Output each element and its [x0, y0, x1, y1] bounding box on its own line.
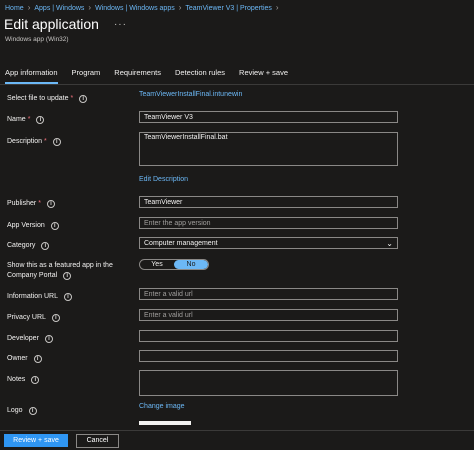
- breadcrumb-apps-windows[interactable]: Apps | Windows: [34, 5, 84, 12]
- selected-file-link[interactable]: TeamViewerInstallFinal.intunewin: [139, 91, 242, 98]
- information-url-label-text: Information URL: [7, 293, 58, 300]
- review-save-button[interactable]: Review + save: [4, 434, 68, 447]
- name-row: Name * i: [7, 114, 45, 124]
- owner-row: Owner i: [7, 353, 42, 363]
- required-marker: *: [27, 116, 31, 123]
- info-icon[interactable]: i: [52, 137, 61, 146]
- owner-input[interactable]: [139, 350, 398, 362]
- privacy-url-input[interactable]: Enter a valid url: [139, 309, 398, 321]
- name-input[interactable]: TeamViewer V3: [139, 111, 398, 123]
- file-row: Select file to update * i: [7, 93, 88, 103]
- category-label: Category i: [7, 241, 50, 250]
- category-label-text: Category: [7, 242, 36, 249]
- category-dropdown[interactable]: Computer management ⌄: [139, 237, 398, 249]
- breadcrumb-properties[interactable]: TeamViewer V3 | Properties: [185, 5, 272, 12]
- featured-row: Show this as a featured app in the Compa…: [7, 260, 113, 280]
- info-icon[interactable]: i: [63, 292, 72, 301]
- info-icon[interactable]: i: [28, 406, 37, 415]
- privacy-url-label-text: Privacy URL: [7, 314, 46, 321]
- chevron-right-icon: ›: [88, 3, 92, 12]
- info-icon[interactable]: i: [50, 221, 59, 230]
- featured-label-line1: Show this as a featured app in the: [7, 262, 113, 269]
- edit-description-link[interactable]: Edit Description: [139, 176, 188, 183]
- info-icon[interactable]: i: [79, 94, 88, 103]
- name-label: Name * i: [7, 115, 45, 124]
- developer-row: Developer i: [7, 333, 53, 343]
- developer-label-text: Developer: [7, 335, 39, 342]
- tab-requirements[interactable]: Requirements: [114, 68, 161, 84]
- breadcrumb-home[interactable]: Home: [5, 5, 24, 12]
- information-url-row: Information URL i: [7, 291, 72, 301]
- featured-label-line2: Company Portal: [7, 272, 58, 279]
- featured-toggle[interactable]: Yes No: [139, 259, 209, 270]
- info-icon[interactable]: i: [33, 354, 42, 363]
- breadcrumb-windows-apps[interactable]: Windows | Windows apps: [95, 5, 175, 12]
- description-row: Description * i: [7, 136, 61, 146]
- tab-divider: [0, 84, 474, 85]
- required-marker: *: [70, 95, 74, 102]
- notes-row: Notes i: [7, 374, 40, 384]
- info-icon[interactable]: i: [44, 334, 53, 343]
- publisher-input[interactable]: TeamViewer: [139, 196, 398, 208]
- chevron-right-icon: ›: [27, 3, 31, 12]
- description-label-text: Description: [7, 138, 43, 145]
- chevron-down-icon: ⌄: [386, 239, 393, 248]
- developer-label: Developer i: [7, 334, 53, 343]
- logo-row: Logo i: [7, 405, 37, 415]
- chevron-right-icon: ›: [178, 3, 182, 12]
- privacy-url-label: Privacy URL i: [7, 313, 60, 322]
- publisher-label-text: Publisher: [7, 200, 37, 207]
- tab-review-save[interactable]: Review + save: [239, 68, 288, 84]
- developer-input[interactable]: [139, 330, 398, 342]
- tab-app-information[interactable]: App information: [5, 68, 58, 84]
- info-icon[interactable]: i: [63, 271, 72, 280]
- footer-bar: [0, 430, 474, 450]
- tab-detection-rules[interactable]: Detection rules: [175, 68, 225, 84]
- info-icon[interactable]: i: [46, 199, 55, 208]
- privacy-url-row: Privacy URL i: [7, 312, 60, 322]
- breadcrumb: Home › Apps | Windows › Windows | Window…: [5, 4, 283, 12]
- info-icon[interactable]: i: [41, 241, 50, 250]
- app-version-label-text: App Version: [7, 222, 45, 229]
- app-version-label: App Version i: [7, 221, 59, 230]
- tab-bar: App information Program Requirements Det…: [5, 68, 302, 84]
- featured-label-line2-wrap: Company Portal i: [7, 271, 72, 280]
- name-label-text: Name: [7, 116, 26, 123]
- information-url-input[interactable]: Enter a valid url: [139, 288, 398, 300]
- required-marker: *: [44, 138, 47, 145]
- page-subtitle: Windows app (Win32): [5, 36, 69, 43]
- category-selected-value: Computer management: [144, 240, 218, 247]
- file-label: Select file to update * i: [7, 94, 88, 103]
- notes-textarea[interactable]: [139, 370, 398, 396]
- logo-preview: [139, 421, 191, 425]
- publisher-row: Publisher * i: [7, 198, 55, 208]
- logo-label-text: Logo: [7, 407, 23, 414]
- description-label: Description * i: [7, 137, 61, 146]
- toggle-no[interactable]: No: [174, 260, 208, 269]
- more-options-button[interactable]: ···: [114, 19, 127, 30]
- change-image-link[interactable]: Change image: [139, 403, 185, 410]
- logo-label: Logo i: [7, 406, 37, 415]
- info-icon[interactable]: i: [51, 313, 60, 322]
- info-icon[interactable]: i: [31, 375, 40, 384]
- info-icon[interactable]: i: [36, 115, 45, 124]
- information-url-label: Information URL i: [7, 292, 72, 301]
- notes-label: Notes i: [7, 375, 40, 384]
- tab-program[interactable]: Program: [72, 68, 101, 84]
- app-version-input[interactable]: Enter the app version: [139, 217, 398, 229]
- description-textarea[interactable]: TeamViewerInstallFinal.bat: [139, 132, 398, 166]
- notes-label-text: Notes: [7, 376, 26, 383]
- required-marker: *: [38, 200, 41, 207]
- toggle-yes[interactable]: Yes: [140, 260, 174, 269]
- owner-label: Owner i: [7, 354, 42, 363]
- page-title: Edit application: [4, 16, 99, 32]
- publisher-label: Publisher * i: [7, 199, 55, 208]
- cancel-button[interactable]: Cancel: [76, 434, 119, 448]
- title-row: Edit application ···: [4, 16, 127, 32]
- owner-label-text: Owner: [7, 355, 28, 362]
- app-version-row: App Version i: [7, 220, 59, 230]
- category-row: Category i: [7, 240, 50, 250]
- chevron-right-icon: ›: [275, 3, 279, 12]
- file-label-text: Select file to update: [7, 95, 69, 102]
